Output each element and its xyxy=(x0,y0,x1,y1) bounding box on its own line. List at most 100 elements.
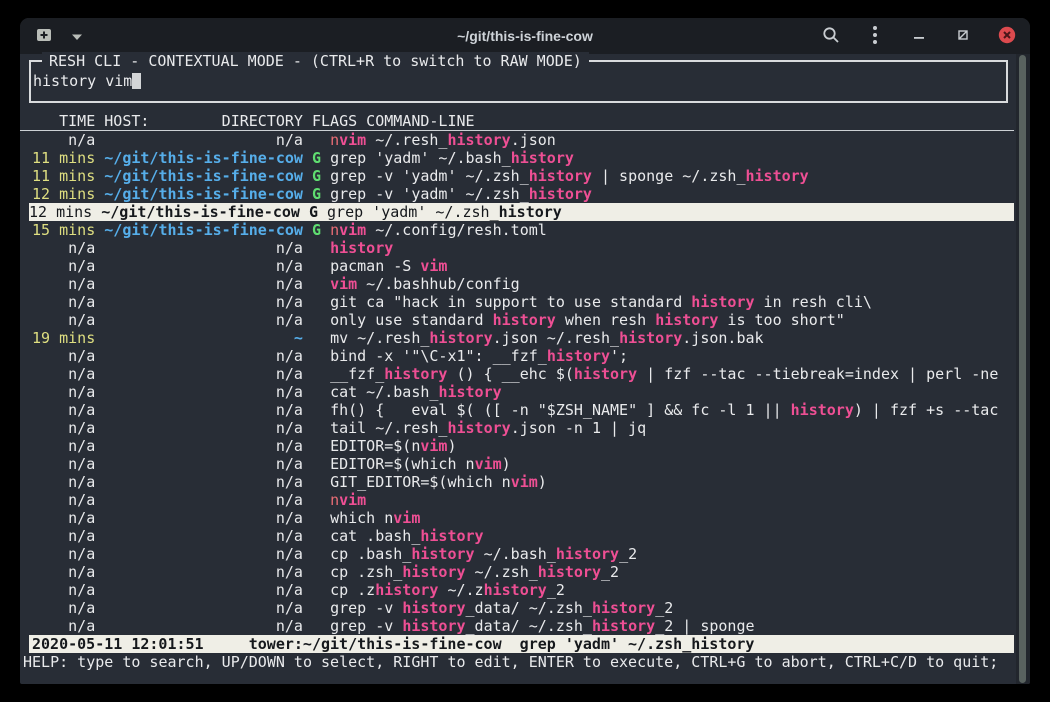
row-gap xyxy=(303,185,312,203)
history-row[interactable]: 15 mins ~/git/this-is-fine-cow G nvim ~/… xyxy=(20,221,1014,239)
history-row[interactable]: n/a n/a grep -v history_data/ ~/.zsh_his… xyxy=(20,599,1014,617)
history-row[interactable]: n/a n/a tail ~/.resh_history.json -n 1 |… xyxy=(20,419,1014,437)
close-button[interactable] xyxy=(996,23,1018,49)
new-tab-button[interactable] xyxy=(32,23,56,49)
row-directory: n/a xyxy=(104,347,303,365)
command-segment: __fzf_ xyxy=(330,365,384,383)
command-segment: when resh xyxy=(556,311,655,329)
command-segment: history xyxy=(529,185,592,203)
command-segment: EDITOR=$(which n xyxy=(330,455,475,473)
dropdown-caret-icon xyxy=(71,29,83,44)
search-icon xyxy=(822,26,840,47)
row-gap xyxy=(95,329,104,347)
desktop-background: ~/git/this-is-fine-cow xyxy=(0,0,1050,702)
command-segment: history xyxy=(384,365,447,383)
restore-button[interactable] xyxy=(952,23,974,49)
row-directory: n/a xyxy=(104,563,303,581)
command-segment: history xyxy=(375,581,438,599)
history-row[interactable]: n/a n/a git ca "hack in support to use s… xyxy=(20,293,1014,311)
history-row[interactable]: n/a n/a fh() { eval $( ([ -n "$ZSH_NAME"… xyxy=(20,401,1014,419)
row-gap xyxy=(95,419,104,437)
command-segment: _data/ ~/.zsh_ xyxy=(466,599,592,617)
history-row[interactable]: n/a n/a nvim xyxy=(20,491,1014,509)
command-segment: grep -v xyxy=(330,617,402,635)
command-segment: grep 'yadm' ~/.zsh_ xyxy=(327,203,499,221)
history-row[interactable]: n/a n/a EDITOR=$(nvim) xyxy=(20,437,1014,455)
history-row[interactable]: 11 mins ~/git/this-is-fine-cow G grep 'y… xyxy=(20,149,1014,167)
history-row[interactable]: n/a n/a cat ~/.bash_history xyxy=(20,383,1014,401)
command-segment: ~/.z xyxy=(438,581,483,599)
command-segment: history xyxy=(538,563,601,581)
history-row[interactable]: n/a n/a GIT_EDITOR=$(which nvim) xyxy=(20,473,1014,491)
row-flag xyxy=(312,437,330,455)
row-flag xyxy=(312,617,330,635)
row-flag: G xyxy=(312,185,330,203)
row-time: n/a xyxy=(23,401,95,419)
row-gap xyxy=(95,383,104,401)
scrollbar-thumb[interactable] xyxy=(1019,55,1026,683)
history-row[interactable]: n/a n/a cat .bash_history xyxy=(20,527,1014,545)
history-row[interactable]: n/a n/a which nvim xyxy=(20,509,1014,527)
history-row[interactable]: n/a n/a cp .bash_history ~/.bash_history… xyxy=(20,545,1014,563)
command-segment: grep -v 'yadm' ~/.zsh_ xyxy=(330,185,529,203)
history-row[interactable]: n/a n/a only use standard history when r… xyxy=(20,311,1014,329)
history-row[interactable]: n/a n/a EDITOR=$(which nvim) xyxy=(20,455,1014,473)
scrollbar[interactable] xyxy=(1016,54,1030,684)
row-time: 15 mins xyxy=(23,221,95,239)
history-row[interactable]: n/a n/a cp .zhistory ~/.zhistory_2 xyxy=(20,581,1014,599)
command-segment: history xyxy=(420,527,483,545)
history-row[interactable]: 12 mins ~/git/this-is-fine-cow G grep -v… xyxy=(20,185,1014,203)
row-gap xyxy=(303,293,312,311)
row-flag xyxy=(312,419,330,437)
row-gap xyxy=(95,131,104,149)
history-row[interactable]: n/a n/a __fzf_history () { __ehc $(histo… xyxy=(20,365,1014,383)
new-tab-dropdown-button[interactable] xyxy=(66,23,88,49)
row-gap xyxy=(303,419,312,437)
history-row[interactable]: n/a n/a history xyxy=(20,239,1014,257)
row-gap xyxy=(303,473,312,491)
command-segment: history xyxy=(447,419,510,437)
command-segment: in resh cli\ xyxy=(755,293,872,311)
history-row[interactable]: n/a n/a vim ~/.bashhub/config xyxy=(20,275,1014,293)
row-time: 11 mins xyxy=(23,149,95,167)
command-segment: ~/.zsh_ xyxy=(466,563,538,581)
history-row-selected[interactable]: 12 mins ~/git/this-is-fine-cow G grep 'y… xyxy=(29,203,1014,221)
search-button[interactable] xyxy=(820,23,842,49)
mode-title: RESH CLI - CONTEXTUAL MODE - (CTRL+R to … xyxy=(42,52,589,71)
history-row[interactable]: n/a n/a pacman -S vim xyxy=(20,257,1014,275)
help-line: HELP: type to search, UP/DOWN to select,… xyxy=(20,653,1030,671)
menu-button[interactable] xyxy=(864,23,886,49)
table-header: TIME HOST: DIRECTORY FLAGS COMMAND-LINE xyxy=(20,113,1014,131)
row-directory: n/a xyxy=(104,365,303,383)
search-box: RESH CLI - CONTEXTUAL MODE - (CTRL+R to … xyxy=(29,60,1008,103)
row-time: n/a xyxy=(23,491,95,509)
command-segment: ~/.bashhub/config xyxy=(357,275,520,293)
row-flag xyxy=(312,365,330,383)
history-row[interactable]: 11 mins ~/git/this-is-fine-cow G grep -v… xyxy=(20,167,1014,185)
minimize-button[interactable] xyxy=(908,23,930,49)
row-flag: G xyxy=(309,203,327,221)
history-row[interactable]: 19 mins ~ mv ~/.resh_history.json ~/.res… xyxy=(20,329,1014,347)
command-segment: vim xyxy=(339,131,366,149)
terminal-window: ~/git/this-is-fine-cow xyxy=(20,18,1030,684)
command-segment: _2 | sponge xyxy=(655,617,754,635)
history-row[interactable]: n/a n/a grep -v history_data/ ~/.zsh_his… xyxy=(20,617,1014,635)
row-gap xyxy=(303,131,312,149)
command-segment: () { __ehc $( xyxy=(447,365,573,383)
command-segment: vim xyxy=(339,221,366,239)
row-directory: n/a xyxy=(104,401,303,419)
command-segment: history xyxy=(791,401,854,419)
history-row[interactable]: n/a n/a nvim ~/.resh_history.json xyxy=(20,131,1014,149)
history-row[interactable]: n/a n/a cp .zsh_history ~/.zsh_history_2 xyxy=(20,563,1014,581)
command-segment: history xyxy=(499,203,562,221)
command-segment: cat ~/.bash_ xyxy=(330,383,438,401)
command-segment: vim xyxy=(339,491,366,509)
row-gap xyxy=(95,491,104,509)
row-gap xyxy=(303,347,312,365)
history-row[interactable]: n/a n/a bind -x '"\C-x1": __fzf_history'… xyxy=(20,347,1014,365)
row-flag xyxy=(312,131,330,149)
row-time: n/a xyxy=(23,617,95,635)
command-segment: history xyxy=(574,365,637,383)
row-gap xyxy=(303,257,312,275)
command-segment: bind -x '"\C-x1": __fzf_ xyxy=(330,347,547,365)
